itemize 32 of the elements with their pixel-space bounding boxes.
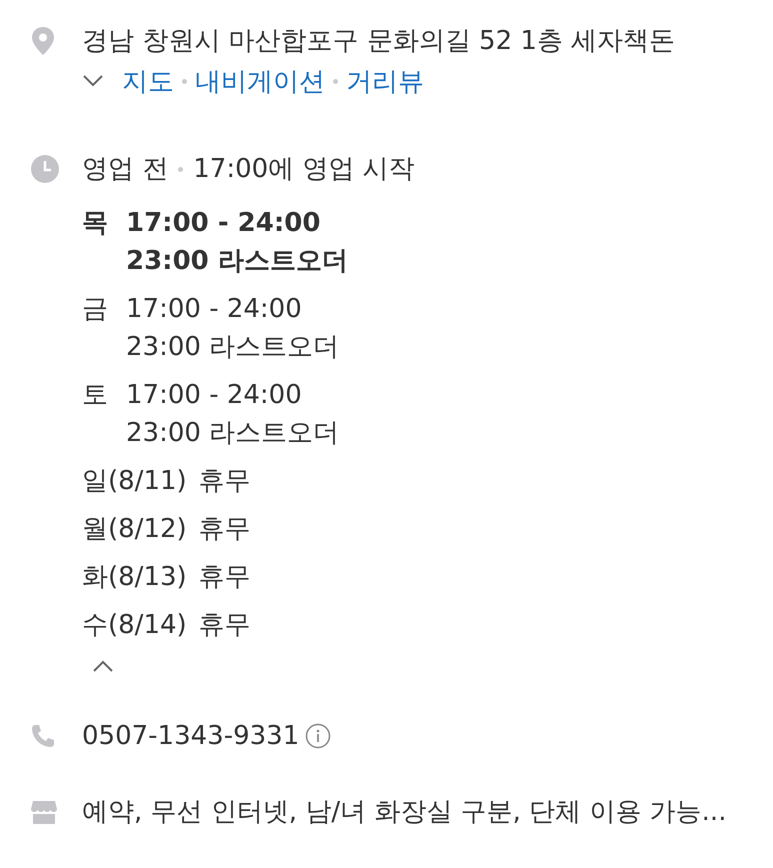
hours-text: 휴무 [198,609,252,642]
hours-text: 휴무 [198,561,252,594]
day-label: 금 [82,293,109,326]
map-link[interactable]: 거리뷰 [346,64,424,98]
last-order-text: 23:00 라스트오더 [126,331,340,364]
opening-time-text: 17:00에 영업 시작 [193,153,415,186]
day-label: 일(8/11) [82,465,187,498]
phone-icon [30,723,56,749]
info-icon[interactable] [305,723,332,749]
day-label: 토 [82,379,109,412]
day-label: 수(8/14) [82,609,187,642]
hours-text: 17:00 - 24:00 [126,207,322,240]
address-text: 경남 창원시 마산합포구 문화의길 52 1층 세자책돈 [82,25,676,58]
day-label: 월(8/12) [82,513,187,546]
last-order-text: 23:00 라스트오더 [126,245,349,278]
collapse-caret-icon[interactable] [92,659,114,673]
hours-text: 17:00 - 24:00 [126,379,303,412]
store-icon [30,799,58,825]
hours-text: 17:00 - 24:00 [126,293,303,326]
open-status: 영업 전 [82,153,168,186]
map-link[interactable]: 내비게이션 [195,64,325,98]
phone-number[interactable]: 0507-1343-9331 [82,717,300,755]
amenities-text: 예약, 무선 인터넷, 남/녀 화장실 구분, 단체 이용 가능... [82,796,728,829]
last-order-text: 23:00 라스트오더 [126,417,340,450]
clock-icon [30,154,60,184]
map-link[interactable]: 지도 [122,64,174,98]
location-pin-icon [30,26,56,56]
day-label: 목 [82,207,109,240]
day-label: 화(8/13) [82,561,187,594]
hours-text: 휴무 [198,513,252,546]
hours-text: 휴무 [198,465,252,498]
expand-caret-icon[interactable] [82,74,104,88]
